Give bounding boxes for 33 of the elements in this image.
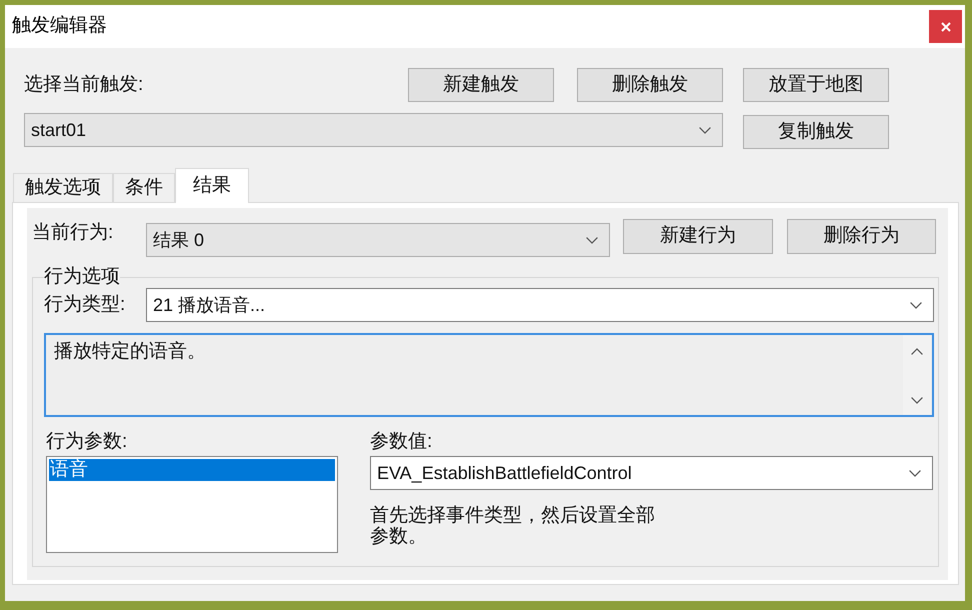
chevron-down-icon [699, 126, 711, 134]
new-trigger-button[interactable]: 新建触发 [408, 68, 554, 102]
close-button[interactable] [929, 10, 962, 43]
close-icon [940, 22, 950, 32]
scrollbar[interactable] [903, 335, 931, 415]
hint-text: 首先选择事件类型，然后设置全部参数。 [370, 505, 656, 547]
chevron-down-icon [911, 397, 923, 404]
parameters-label: 行为参数: [46, 430, 128, 454]
parameter-value-label: 参数值: [370, 430, 434, 454]
current-action-label: 当前行为: [32, 221, 114, 245]
delete-action-button[interactable]: 删除行为 [787, 219, 936, 254]
parameter-list[interactable]: 语音 [46, 456, 338, 553]
delete-trigger-button[interactable]: 删除触发 [577, 68, 723, 102]
window-title: 触发编辑器 [12, 14, 108, 38]
action-type-label: 行为类型: [44, 292, 126, 317]
trigger-dropdown[interactable]: start01 [24, 113, 723, 147]
chevron-down-icon [910, 302, 922, 308]
description-field[interactable]: 播放特定的语音。 [44, 333, 934, 417]
tab[interactable]: 结果 [175, 168, 249, 203]
chevron-up-icon [911, 348, 923, 355]
tab[interactable]: 触发选项 [13, 173, 113, 202]
action-dropdown[interactable]: 结果 0 [146, 223, 610, 257]
group-label: 行为选项 [44, 266, 120, 288]
copy-trigger-button[interactable]: 复制触发 [743, 115, 889, 149]
chevron-down-icon [586, 236, 598, 244]
parameter-value-dropdown[interactable]: EVA_EstablishBattlefieldControl [370, 456, 933, 490]
chevron-down-icon [909, 470, 921, 476]
list-item[interactable]: 语音 [49, 459, 335, 481]
new-action-button[interactable]: 新建行为 [623, 219, 773, 254]
tab[interactable]: 条件 [113, 173, 175, 202]
action-type-dropdown[interactable]: 21 播放语音... [146, 288, 934, 322]
place-on-map-button[interactable]: 放置于地图 [743, 68, 889, 102]
trigger-label: 选择当前触发: [24, 72, 144, 97]
